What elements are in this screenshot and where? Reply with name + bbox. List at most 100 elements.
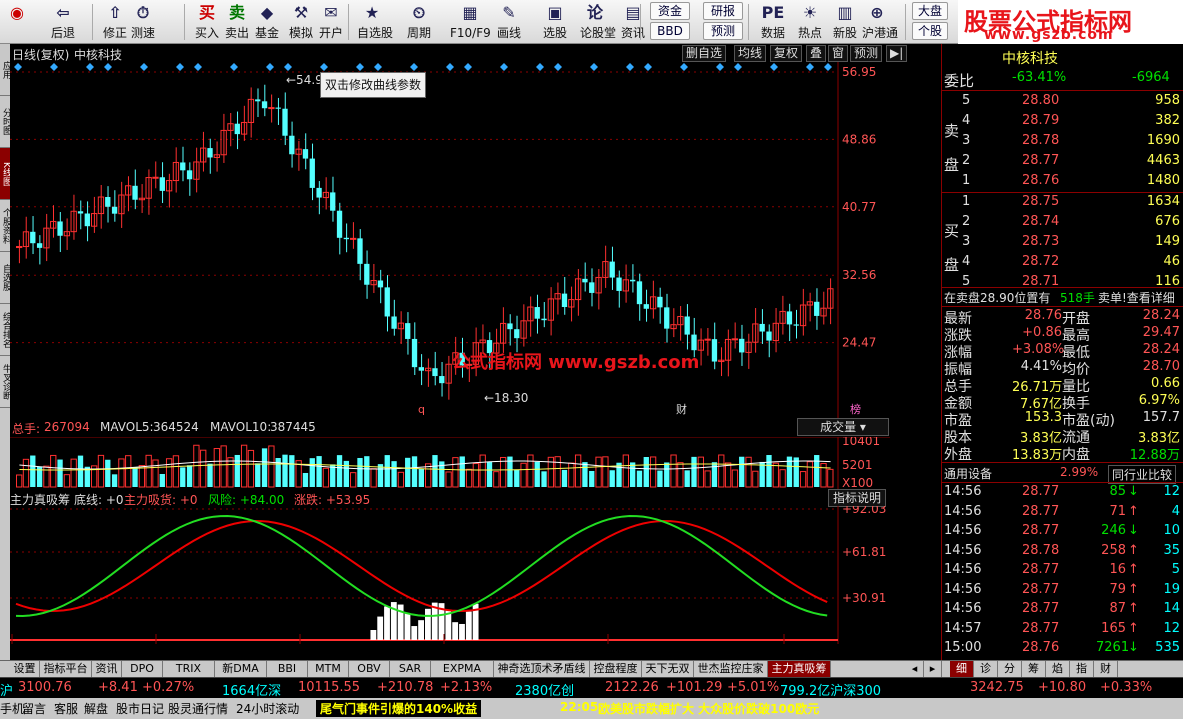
status-item-0[interactable]: 手机 (0, 700, 24, 717)
toolbar-button-17[interactable]: ▥ 新股 (830, 1, 860, 43)
arrow-up-icon: ↑ (1128, 503, 1139, 519)
bottom-tab-2[interactable]: 资讯 (92, 661, 122, 678)
status-item-5[interactable]: 股灵通 (168, 700, 204, 717)
sell-price: 28.78 (1022, 133, 1060, 148)
chart-button-2[interactable]: 复权 (770, 45, 803, 62)
bottom-tab-4[interactable]: TRIX (163, 661, 215, 678)
tab-scroll-right[interactable]: ▸ (924, 661, 942, 678)
bottom-tab-12[interactable]: 控盘程度 (590, 661, 642, 678)
volume-bar (255, 463, 261, 487)
toolbar-button-6[interactable]: ⚒ 模拟 (286, 1, 316, 43)
status-item-2[interactable]: 客服 (54, 700, 78, 717)
bottom-tab-5[interactable]: 新DMA (215, 661, 267, 678)
period-label[interactable]: 日线(复权) (12, 46, 69, 63)
status-item-4[interactable]: 股市日记 (116, 700, 164, 717)
chart-button-6[interactable]: ▶| (886, 45, 908, 62)
chart-button-5[interactable]: 预测 (850, 45, 883, 62)
toolbar-mini-button-3[interactable]: 预测 (703, 22, 743, 40)
toolbar-button-15[interactable]: PE 数据 (758, 1, 788, 43)
tick-time: 14:56 (944, 484, 982, 499)
buy-volume: 1634 (1146, 194, 1180, 209)
large-order-detail-link[interactable]: 卖单!查看详细 (1098, 289, 1175, 306)
left-view-tabs: 应用 分时图 K线图 个股资料 自选股 综合排名 牛叉诊断 (0, 44, 13, 660)
news-headline-1[interactable]: 尾气门事件引爆的140%收益 (316, 700, 482, 717)
toolbar-button-16[interactable]: ☀ 热点 (795, 1, 825, 43)
stat-value: 28.70 (1142, 359, 1180, 374)
toolbar-button-10[interactable]: ▦ F10/F9 (450, 1, 491, 43)
toolbar-mini-button-1[interactable]: BBD (650, 22, 690, 40)
status-item-3[interactable]: 解盘 (84, 700, 108, 717)
bottom-tab-6[interactable]: BBI (267, 661, 308, 678)
volume-bar (43, 465, 50, 488)
bottom-tab-8[interactable]: OBV (349, 661, 390, 678)
bottom-tab-3[interactable]: DPO (122, 661, 163, 678)
stat-row-0: 最新 28.76 开盘 28.24 (942, 308, 1183, 327)
right-bottom-tab-3[interactable]: 筹 (1022, 661, 1046, 678)
status-item-1[interactable]: 留言 (22, 700, 46, 717)
toolbar-mini-button-4[interactable]: 大盘 (912, 2, 948, 20)
bottom-tab-13[interactable]: 天下无双 (642, 661, 694, 678)
toolbar-button-0[interactable]: ⇦ 后退 (48, 1, 78, 43)
right-bottom-tab-6[interactable]: 财 (1094, 661, 1118, 678)
home-button[interactable]: ◉ (2, 1, 32, 43)
toolbar-button-9[interactable]: ⏲ 周期 (404, 1, 434, 43)
toolbar-mini-button-5[interactable]: 个股 (912, 22, 948, 40)
toolbar-button-18[interactable]: ⊕ 沪港通 (862, 1, 898, 43)
bottom-tab-11[interactable]: 神奇选顶术矛盾线 (494, 661, 590, 678)
buy-price: 28.72 (1022, 254, 1060, 269)
bottom-tab-1[interactable]: 指标平台 (40, 661, 92, 678)
tick-count: 5 (1171, 562, 1180, 577)
toolbar-button-2[interactable]: ⏱ 测速 (128, 1, 158, 43)
toolbar-button-3[interactable]: 买买入 (192, 1, 222, 43)
bottom-tab-9[interactable]: SAR (390, 661, 431, 678)
toolbar-button-4[interactable]: 卖卖出 (222, 1, 252, 43)
absorb-bar (425, 608, 431, 640)
chart-button-0[interactable]: 删自选 (682, 45, 727, 62)
volume-tick-2: X100 (842, 476, 873, 489)
volume-bar (213, 448, 221, 488)
status-item-7[interactable]: 24小时滚动 (236, 700, 299, 717)
toolbar-button-7[interactable]: ✉ 开户 (316, 1, 346, 43)
right-bottom-tab-5[interactable]: 指 (1070, 661, 1094, 678)
bottom-tab-14[interactable]: 世杰监控庄家 (694, 661, 768, 678)
volume-bar (745, 456, 752, 488)
toolbar-button-8[interactable]: ★ 自选股 (357, 1, 393, 43)
right-bottom-tab-1[interactable]: 诊 (974, 661, 998, 678)
cy-change: +101.29 (666, 680, 723, 695)
toolbar-button-12[interactable]: ▣ 选股 (540, 1, 570, 43)
news-headline-2[interactable]: 欧美股市跌幅扩大 大众股价跌破100欧元 (598, 700, 819, 717)
right-bottom-tab-4[interactable]: 焰 (1046, 661, 1070, 678)
volume-bar (657, 470, 663, 487)
tab-scroll-left[interactable]: ◂ (906, 661, 924, 678)
month-label-5: 09 (786, 642, 801, 644)
chart-button-4[interactable]: 窗 (828, 45, 849, 62)
toolbar-mini-button-2[interactable]: 研报 (703, 2, 743, 20)
tick-count: 10 (1163, 523, 1180, 538)
volume-dropdown[interactable]: 成交量 ▾ (797, 418, 889, 436)
candle-body (731, 338, 739, 341)
right-bottom-tab-2[interactable]: 分 (998, 661, 1022, 678)
chart-button-3[interactable]: 叠 (806, 45, 827, 62)
bottom-tab-0[interactable]: 设置 (10, 661, 40, 678)
candle-body (759, 323, 765, 332)
bottom-tab-7[interactable]: MTM (308, 661, 349, 678)
indicator-chart[interactable]: +92.03 +61.81 +30.91 04 05 06 07 08 09 (10, 506, 890, 644)
chart-button-1[interactable]: 均线 (734, 45, 767, 62)
toolbar-button-11[interactable]: ✎ 画线 (494, 1, 524, 43)
toolbar-button-14[interactable]: ▤ 资讯 (618, 1, 648, 43)
kline-chart[interactable]: 56.9548.8640.7732.5624.47←54.92←18.30q 财榜 (10, 62, 890, 418)
toolbar-button-1[interactable]: ⇧ 修正 (100, 1, 130, 43)
tick-volume: 258 (1101, 542, 1126, 558)
volume-chart[interactable]: 10401 5201 X100 (10, 437, 890, 489)
volume-bar (397, 471, 405, 488)
indicator-help-button[interactable]: 指标说明 (828, 489, 886, 507)
toolbar-button-5[interactable]: ◆ 基金 (252, 1, 282, 43)
toolbar-mini-button-0[interactable]: 资金 (650, 2, 690, 20)
arrow-down-icon: ↓ (1128, 523, 1139, 538)
bottom-tab-15[interactable]: 主力真吸筹 (768, 661, 831, 678)
status-item-6[interactable]: 行情 (204, 700, 228, 717)
stat-label: 内盘 (1062, 447, 1090, 463)
right-bottom-tab-0[interactable]: 细 (950, 661, 974, 678)
toolbar-button-13[interactable]: 论论股堂 (580, 1, 616, 43)
bottom-tab-10[interactable]: EXPMA (431, 661, 494, 678)
